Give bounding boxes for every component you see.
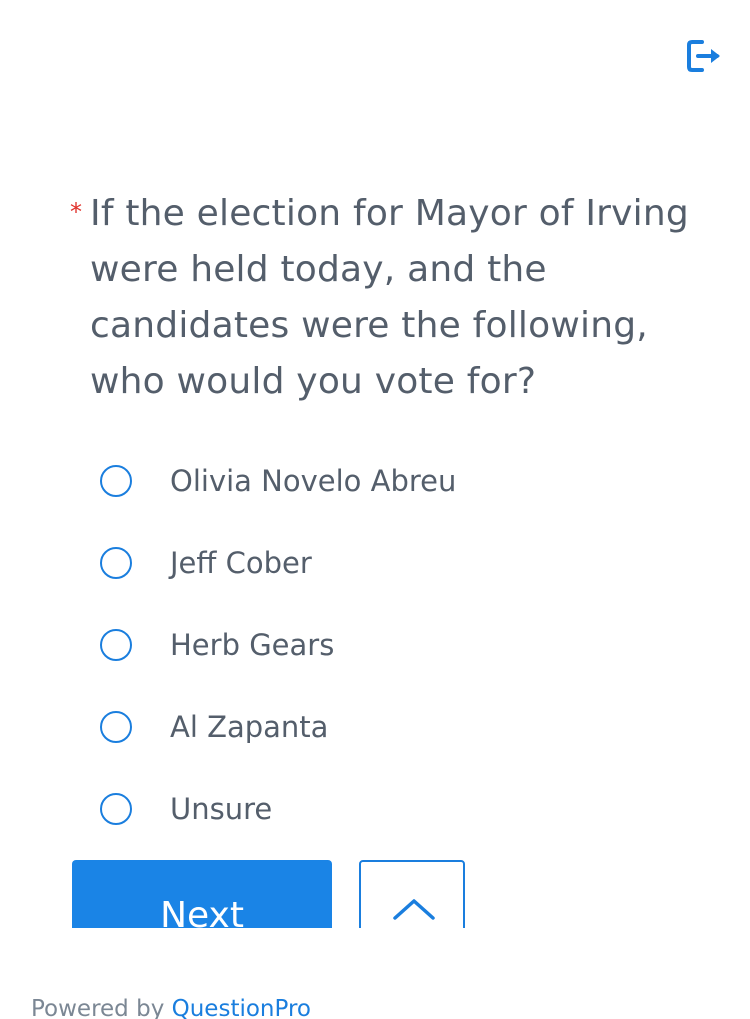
option-label: Jeff Cober: [170, 546, 312, 580]
question-block: * If the election for Mayor of Irving we…: [70, 186, 690, 410]
exit-button[interactable]: [684, 36, 724, 76]
exit-icon: [687, 40, 720, 72]
option-jeff-cober[interactable]: Jeff Cober: [100, 522, 660, 604]
option-herb-gears[interactable]: Herb Gears: [100, 604, 660, 686]
radio-button[interactable]: [100, 793, 132, 825]
option-unsure[interactable]: Unsure: [100, 768, 660, 850]
option-label: Herb Gears: [170, 628, 335, 662]
option-label: Unsure: [170, 792, 273, 826]
radio-button[interactable]: [100, 711, 132, 743]
option-olivia-novelo-abreu[interactable]: Olivia Novelo Abreu: [100, 440, 660, 522]
survey-page: * If the election for Mayor of Irving we…: [0, 0, 750, 1019]
questionpro-link[interactable]: QuestionPro: [172, 996, 311, 1019]
question-text: If the election for Mayor of Irving were…: [90, 193, 689, 402]
option-label: Al Zapanta: [170, 710, 329, 744]
radio-button[interactable]: [100, 465, 132, 497]
chevron-up-icon: [393, 899, 435, 920]
powered-by-text: Powered by: [31, 996, 165, 1019]
footer: Powered by QuestionPro: [31, 996, 311, 1019]
next-button[interactable]: Next: [72, 860, 332, 928]
answer-options: Olivia Novelo Abreu Jeff Cober Herb Gear…: [100, 440, 660, 850]
radio-button[interactable]: [100, 547, 132, 579]
required-marker: *: [70, 198, 82, 226]
back-button[interactable]: [359, 860, 465, 928]
option-al-zapanta[interactable]: Al Zapanta: [100, 686, 660, 768]
option-label: Olivia Novelo Abreu: [170, 464, 457, 498]
radio-button[interactable]: [100, 629, 132, 661]
